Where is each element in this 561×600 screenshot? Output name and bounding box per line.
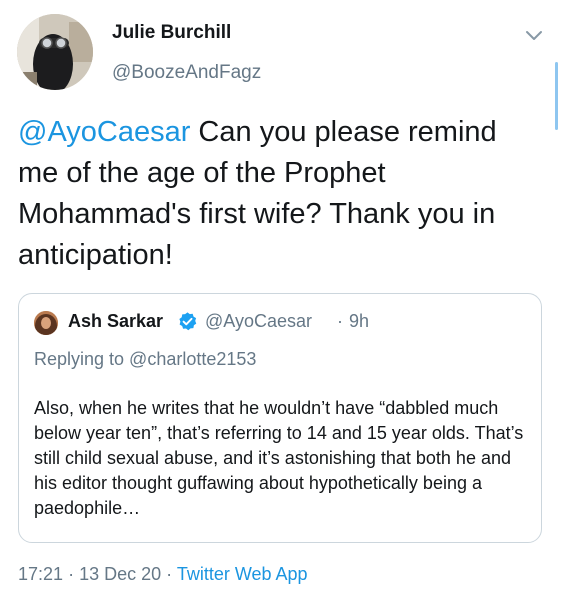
separator-dot: ·: [337, 311, 343, 331]
mention-link[interactable]: @AyoCaesar: [18, 116, 190, 148]
quoted-author-handle[interactable]: @AyoCaesar: [205, 311, 312, 332]
quoted-tweet-text: Also, when he writes that he wouldn’t ha…: [34, 398, 524, 518]
tweet-source-link[interactable]: Twitter Web App: [177, 564, 308, 584]
separator-dot: ·: [68, 564, 75, 584]
tweet: Julie Burchill @BoozeAndFagz @AyoCaesar …: [0, 0, 561, 600]
tweet-date[interactable]: 13 Dec 20: [79, 564, 161, 584]
author-handle[interactable]: @BoozeAndFagz: [112, 62, 261, 84]
verified-badge-icon: [177, 311, 198, 332]
quoted-tweet[interactable]: Ash Sarkar @AyoCaesar · 9h Replying to @…: [18, 293, 542, 543]
chevron-down-icon[interactable]: [521, 22, 547, 48]
quoted-author-avatar[interactable]: [34, 311, 58, 335]
tweet-time[interactable]: 17:21: [18, 564, 63, 584]
quoted-author-name[interactable]: Ash Sarkar: [68, 311, 163, 332]
quoted-timestamp[interactable]: 9h: [349, 311, 369, 332]
author-name[interactable]: Julie Burchill: [112, 22, 231, 44]
separator-dot: ·: [166, 564, 173, 584]
tweet-meta: 17:21 · 13 Dec 20 · Twitter Web App: [18, 564, 308, 585]
scrollbar[interactable]: [555, 62, 558, 130]
author-avatar[interactable]: [17, 14, 93, 90]
replying-to: Replying to @charlotte2153: [34, 349, 257, 369]
tweet-text: @AyoCaesar Can you please remind me of t…: [18, 112, 538, 276]
